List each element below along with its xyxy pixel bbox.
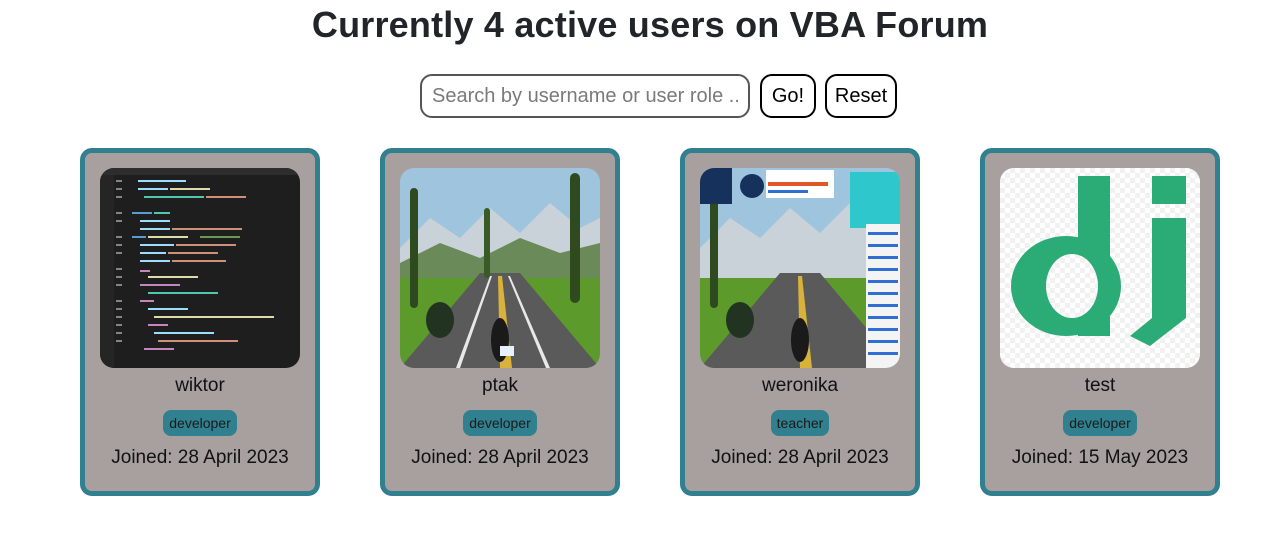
username[interactable]: ptak	[385, 375, 615, 397]
role-badge: teacher	[770, 410, 830, 436]
role-badge: developer	[163, 410, 237, 436]
joined-date: Joined: 28 April 2023	[111, 447, 289, 468]
joined-date: Joined: 28 April 2023	[411, 447, 589, 468]
role-badge: developer	[463, 410, 537, 436]
search-input[interactable]	[420, 74, 750, 118]
reset-button[interactable]: Reset	[825, 74, 897, 118]
user-avatar[interactable]	[1000, 168, 1200, 368]
user-avatar[interactable]	[400, 168, 600, 368]
cycling-game-image	[400, 168, 600, 368]
django-logo	[1000, 168, 1200, 368]
user-card[interactable]: test developer Joined: 15 May 2023	[980, 148, 1220, 496]
role-badge: developer	[1063, 410, 1137, 436]
go-button[interactable]: Go!	[760, 74, 816, 118]
username[interactable]: weronika	[685, 375, 915, 397]
username[interactable]: wiktor	[85, 375, 315, 397]
user-avatar[interactable]	[100, 168, 300, 368]
username[interactable]: test	[985, 375, 1215, 397]
user-card[interactable]: ptak developer Joined: 28 April 2023	[380, 148, 620, 496]
code-editor-image	[100, 168, 300, 368]
cycling-game-hud-image	[700, 168, 900, 368]
page-title: Currently 4 active users on VBA Forum	[311, 4, 989, 45]
joined-date: Joined: 28 April 2023	[711, 447, 889, 468]
user-card[interactable]: wiktor developer Joined: 28 April 2023	[80, 148, 320, 496]
user-avatar[interactable]	[700, 168, 900, 368]
joined-date: Joined: 15 May 2023	[1011, 447, 1189, 468]
user-card[interactable]: weronika teacher Joined: 28 April 2023	[680, 148, 920, 496]
